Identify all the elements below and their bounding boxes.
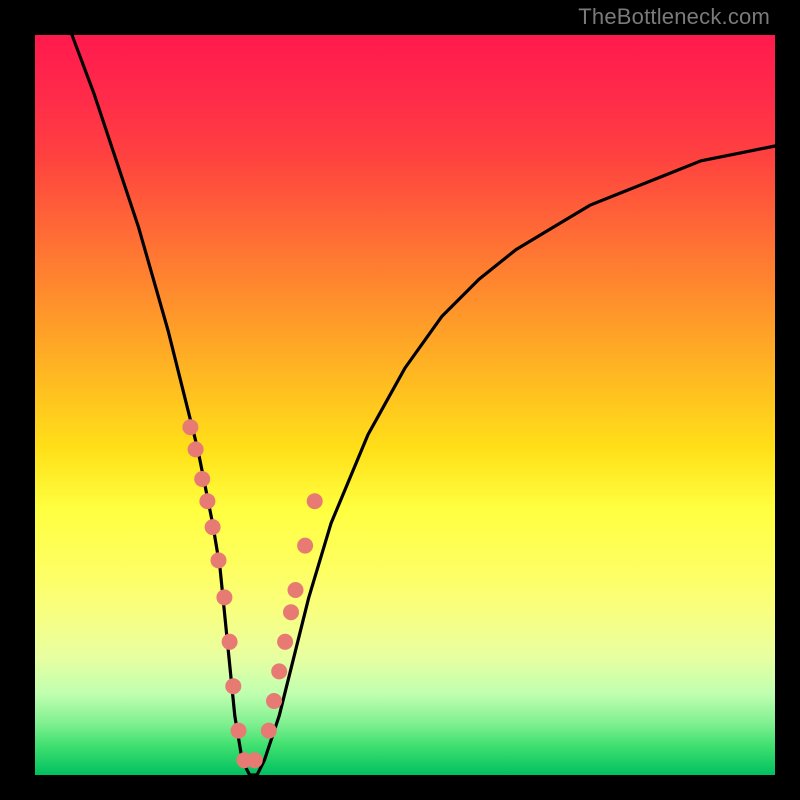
marker-dot [231,723,247,739]
marker-dot [222,634,238,650]
marker-dot [199,493,215,509]
chart-svg [35,35,775,775]
marker-dot [225,678,241,694]
marker-dot [277,634,293,650]
marker-dot [194,471,210,487]
highlighted-points [182,419,322,768]
marker-dot [182,419,198,435]
marker-dot [271,663,287,679]
bottleneck-curve [72,35,775,775]
marker-dot [261,723,277,739]
marker-dot [188,441,204,457]
marker-dot [288,582,304,598]
marker-dot [211,552,227,568]
marker-dot [247,752,263,768]
plot-area [35,35,775,775]
watermark-text: TheBottleneck.com [578,4,770,30]
marker-dot [283,604,299,620]
marker-dot [297,538,313,554]
marker-dot [205,519,221,535]
chart-frame: TheBottleneck.com [0,0,800,800]
marker-dot [266,693,282,709]
marker-dot [216,589,232,605]
marker-dot [307,493,323,509]
